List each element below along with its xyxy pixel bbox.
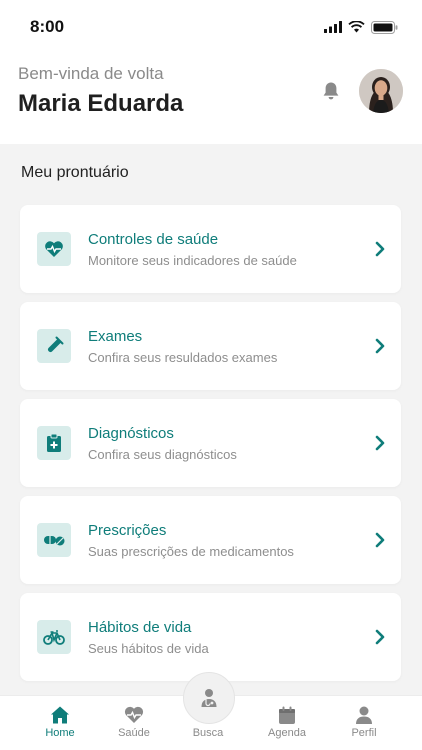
signal-icon (324, 21, 342, 33)
tab-label: Busca (192, 727, 224, 739)
tab-label: Home (45, 727, 75, 739)
bell-icon[interactable] (320, 80, 342, 102)
tab-label: Agenda (268, 727, 306, 739)
tab-home[interactable]: Home (25, 696, 95, 750)
tab-label: Perfil (351, 727, 377, 739)
tab-perfil[interactable]: Perfil (329, 696, 399, 750)
section-title: Meu prontuário (21, 164, 129, 181)
card-prescricoes[interactable]: Prescrições Suas prescrições de medicame… (20, 496, 401, 584)
pill-icon (44, 536, 65, 546)
chevron-right-icon (375, 532, 385, 548)
card-title: Controles de saúde (88, 231, 219, 248)
card-exames[interactable]: Exames Confira seus resuldados exames (20, 302, 401, 390)
header: 8:00 Bem-vinda de volta Maria Eduarda (0, 0, 422, 144)
card-icon-container (37, 426, 71, 460)
chevron-right-icon (375, 629, 385, 645)
card-habitos-de-vida[interactable]: Hábitos de vida Seus hábitos de vida (20, 593, 401, 681)
chevron-right-icon (375, 241, 385, 257)
chevron-right-icon (375, 338, 385, 354)
status-bar: 8:00 (0, 0, 422, 56)
tab-label: Saúde (118, 727, 150, 739)
card-title: Diagnósticos (88, 425, 174, 442)
card-title: Hábitos de vida (88, 619, 192, 636)
card-subtitle: Confira seus diagnósticos (88, 447, 237, 462)
avatar[interactable] (359, 69, 403, 113)
card-subtitle: Suas prescrições de medicamentos (88, 544, 294, 559)
heart-pulse-icon (45, 241, 63, 257)
search-button[interactable] (183, 672, 235, 724)
card-subtitle: Confira seus resuldados exames (88, 350, 278, 365)
tab-agenda[interactable]: Agenda (252, 696, 322, 750)
card-icon-container (37, 329, 71, 363)
person-icon (356, 706, 372, 724)
card-icon-container (37, 523, 71, 557)
calendar-icon (279, 706, 295, 724)
home-icon (51, 706, 69, 724)
wifi-icon (348, 21, 365, 33)
bicycle-icon (43, 630, 65, 645)
clipboard-plus-icon (47, 433, 61, 452)
card-subtitle: Monitore seus indicadores de saúde (88, 253, 297, 268)
card-controles-de-saude[interactable]: Controles de saúde Monitore seus indicad… (20, 205, 401, 293)
chevron-right-icon (375, 435, 385, 451)
status-icons (324, 20, 398, 34)
battery-icon (371, 20, 398, 34)
card-icon-container (37, 620, 71, 654)
status-time: 8:00 (30, 17, 65, 36)
card-icon-container (37, 232, 71, 266)
test-tube-icon (48, 336, 64, 352)
card-subtitle: Seus hábitos de vida (88, 641, 209, 656)
user-avatar (359, 69, 403, 113)
user-name: Maria Eduarda (18, 90, 184, 117)
card-diagnosticos[interactable]: Diagnósticos Confira seus diagnósticos (20, 399, 401, 487)
greeting-text: Bem-vinda de volta (18, 64, 164, 83)
doctor-icon (201, 689, 217, 707)
heart-pulse-icon (124, 706, 144, 723)
card-title: Exames (88, 328, 143, 345)
tab-saude[interactable]: Saúde (99, 696, 169, 750)
card-title: Prescrições (88, 522, 167, 539)
